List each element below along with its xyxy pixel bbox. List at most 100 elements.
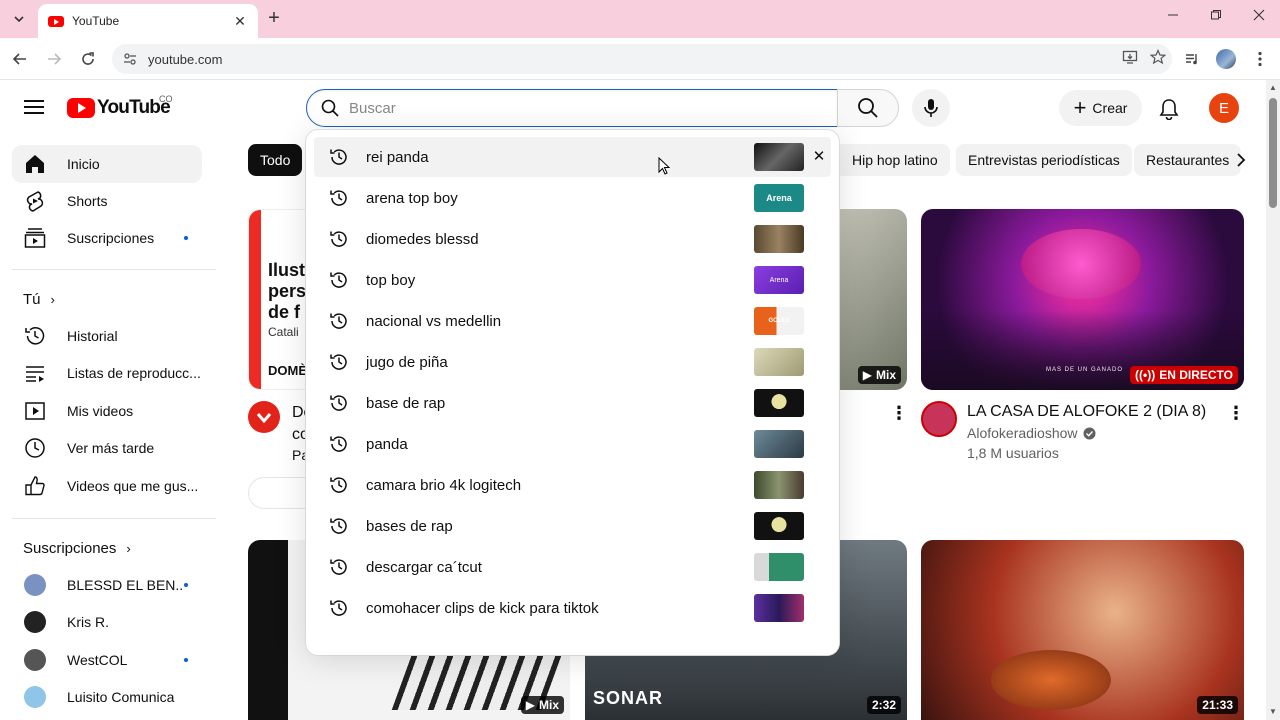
notifications-bell-icon[interactable] <box>1152 92 1186 126</box>
url-text: youtube.com <box>148 51 223 67</box>
minimize-window-icon[interactable] <box>1161 8 1185 30</box>
playlist-play-icon: ▶︎ <box>525 698 535 712</box>
suggestion-text: jugo de piña <box>366 353 448 371</box>
restore-window-icon[interactable] <box>1204 8 1228 30</box>
youtube-logo[interactable]: YouTube <box>67 97 171 119</box>
channel-avatar <box>24 574 46 596</box>
suggestion-item[interactable]: panda <box>314 424 831 464</box>
history-icon <box>330 477 347 493</box>
sidebar-item-liked-videos[interactable]: Videos que me gus... <box>12 467 202 505</box>
create-button[interactable]: + Crear <box>1059 90 1142 126</box>
back-arrow-icon[interactable] <box>8 47 32 71</box>
account-avatar[interactable]: E <box>1209 93 1239 123</box>
new-tab-button[interactable]: + <box>262 8 286 30</box>
microphone-icon <box>924 99 938 117</box>
suggestion-item[interactable]: arena top boy Arena <box>314 178 831 218</box>
sidebar-subscription-luisito[interactable]: Luisito Comunica <box>12 678 202 716</box>
suggestion-item[interactable]: comohacer clips de kick para tiktok <box>314 588 831 628</box>
sidebar-subscriptions-heading[interactable]: Suscripciones › <box>23 540 131 557</box>
sidebar-item-playlists[interactable]: Listas de reproducc... <box>12 354 202 392</box>
forward-arrow-icon[interactable] <box>42 47 66 71</box>
sidebar-item-label: Videos que me gus... <box>67 478 199 494</box>
chip-all[interactable]: Todo <box>248 144 303 176</box>
remove-suggestion-icon[interactable]: ✕ <box>810 147 828 165</box>
search-icon <box>858 98 878 118</box>
thumb-text: pers <box>268 281 307 301</box>
search-input[interactable] <box>349 99 837 117</box>
chip-hip-hop-latino[interactable]: Hip hop latino <box>840 144 950 176</box>
sidebar-item-history[interactable]: Historial <box>12 317 202 355</box>
new-content-dot <box>184 658 188 662</box>
search-box[interactable] <box>306 89 838 127</box>
suggestion-text: descargar ca´tcut <box>366 558 482 576</box>
create-label: Crear <box>1092 100 1128 116</box>
sidebar-item-label: Ver más tarde <box>67 440 155 456</box>
tab-close-icon[interactable]: ✕ <box>232 13 248 30</box>
voice-search-button[interactable] <box>912 89 950 127</box>
chip-restaurantes[interactable]: Restaurantes <box>1134 144 1242 176</box>
history-icon <box>330 395 347 411</box>
sidebar-item-subscriptions[interactable]: Suscripciones <box>12 219 202 257</box>
chip-entrevistas[interactable]: Entrevistas periodísticas <box>956 144 1132 176</box>
sidebar-item-label: WestCOL <box>67 652 128 668</box>
bookmark-star-icon[interactable] <box>1144 49 1172 69</box>
sidebar-divider <box>12 518 216 519</box>
history-icon <box>330 149 347 165</box>
sidebar-subscription-kris-r[interactable]: Kris R. <box>12 603 202 641</box>
history-icon <box>330 559 347 575</box>
site-settings-icon[interactable] <box>122 51 138 67</box>
suggestion-item[interactable]: top boy Arena <box>314 260 831 300</box>
channel-avatar[interactable] <box>248 401 280 433</box>
suggestion-item[interactable]: base de rap <box>314 383 831 423</box>
suggestion-item[interactable]: descargar ca´tcut <box>314 547 831 587</box>
sidebar-item-watch-later[interactable]: Ver más tarde <box>12 429 202 467</box>
chip-scroll-right-icon[interactable] <box>1228 144 1254 176</box>
chrome-menu-icon[interactable] <box>1248 47 1272 71</box>
suggestion-text: nacional vs medellin <box>366 312 502 330</box>
suggestion-item[interactable]: camara brio 4k logitech <box>314 465 831 505</box>
suggestion-thumbnail: Arena <box>754 266 804 294</box>
suggestion-item[interactable]: jugo de piña <box>314 342 831 382</box>
sidebar-item-your-videos[interactable]: Mis videos <box>12 392 202 430</box>
suggestion-item[interactable]: diomedes blessd <box>314 219 831 259</box>
sidebar-item-label: Historial <box>67 328 118 344</box>
tab-search-chevron-icon[interactable] <box>6 7 32 31</box>
sidebar-subscription-westcol[interactable]: WestCOL <box>12 641 202 679</box>
reload-icon[interactable] <box>76 47 100 71</box>
install-app-icon[interactable] <box>1116 49 1144 69</box>
media-controls-icon[interactable] <box>1180 47 1204 71</box>
sidebar-item-home[interactable]: Inicio <box>12 145 202 183</box>
youtube-favicon-icon <box>48 15 64 27</box>
watch-later-icon <box>23 436 47 460</box>
history-icon <box>330 272 347 288</box>
suggestion-text: base de rap <box>366 394 446 412</box>
channel-avatar-live[interactable] <box>921 401 957 437</box>
suggestion-text: top boy <box>366 271 416 289</box>
sidebar-you-heading[interactable]: Tú › <box>23 291 55 308</box>
video-title[interactable]: LA CASA DE ALOFOKE 2 (DIA 8) <box>967 401 1206 423</box>
scrollbar-thumb[interactable] <box>1269 98 1277 208</box>
chrome-profile-avatar[interactable] <box>1214 47 1238 71</box>
suggestion-item[interactable]: nacional vs medellin GOLES <box>314 301 831 341</box>
suggestion-item[interactable]: rei panda ✕ <box>314 137 831 177</box>
sidebar-item-shorts[interactable]: Shorts <box>12 182 202 220</box>
browser-tab-youtube[interactable]: YouTube ✕ <box>38 4 258 38</box>
guide-menu-icon[interactable] <box>22 96 46 120</box>
video-menu-icon[interactable]: ⋮ <box>889 403 909 423</box>
address-bar[interactable]: youtube.com <box>112 44 1172 74</box>
suggestion-thumbnail <box>754 430 804 458</box>
search-button[interactable] <box>837 89 899 127</box>
scroll-down-icon[interactable]: ▼ <box>1269 708 1277 716</box>
sidebar-subscription-blessd[interactable]: BLESSD EL BEN... <box>12 566 202 604</box>
page-scrollbar[interactable]: ▲ ▼ <box>1266 80 1280 720</box>
video-menu-icon[interactable]: ⋮ <box>1226 403 1246 423</box>
suggestion-text: comohacer clips de kick para tiktok <box>366 599 599 617</box>
close-window-icon[interactable] <box>1247 8 1271 30</box>
channel-name[interactable]: Alofokeradioshow <box>967 425 1096 441</box>
sidebar-item-label: Listas de reproducc... <box>67 365 201 381</box>
suggestion-thumbnail: Arena <box>754 184 804 212</box>
video-thumbnail-live[interactable]: MAS DE UN GANADO ((•)) EN DIRECTO <box>921 209 1244 390</box>
suggestion-item[interactable]: bases de rap <box>314 506 831 546</box>
scroll-up-icon[interactable]: ▲ <box>1269 84 1277 92</box>
video-thumbnail-food[interactable]: 21:33 <box>921 540 1244 720</box>
